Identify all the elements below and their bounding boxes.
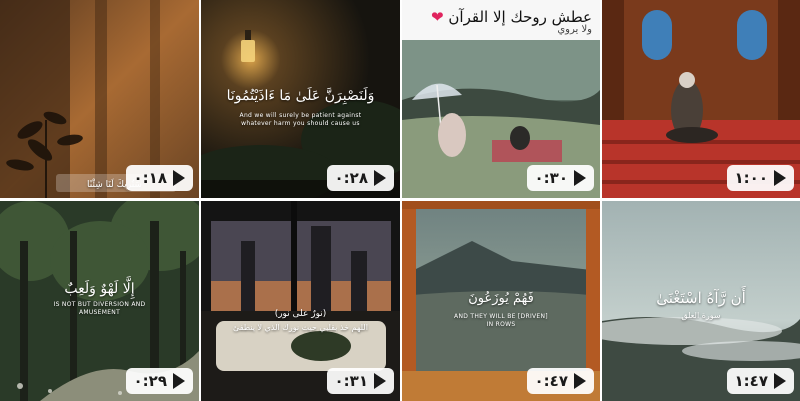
verse-caption: إِلَّا لَهْوٌ وَلَعِبٌ xyxy=(64,281,135,297)
video-thumbnail-7[interactable]: فَهُمْ يُوزَعُونَ AND THEY WILL BE [DRIV… xyxy=(402,201,600,401)
verse-translation: And we will surely be patient against wh… xyxy=(239,112,362,127)
video-thumbnail-6[interactable]: (نورٌ على نور) اللهم خذ بقلبي حيث نورك ا… xyxy=(201,201,400,401)
duration-badge: ٠:٣١ xyxy=(326,368,394,394)
play-icon xyxy=(574,170,586,186)
video-thumbnail-3[interactable]: عطش روحك إلا القرآن ❤ ولا يروي ٠:٣٠ xyxy=(402,0,600,198)
play-icon xyxy=(774,170,786,186)
duration-badge: ٠:٤٧ xyxy=(526,368,594,394)
verse-caption: أَن رَّآهُ اسْتَغْنَىٰ xyxy=(656,289,746,307)
video-thumbnail-2[interactable]: وَلَنَصْبِرَنَّ عَلَىٰ مَا ءَاذَيْتُمُون… xyxy=(201,0,400,198)
duration-label: ٠:٤٧ xyxy=(534,372,568,390)
play-icon xyxy=(574,373,586,389)
play-icon xyxy=(173,170,185,186)
heart-icon: ❤ xyxy=(431,8,444,26)
play-icon xyxy=(774,373,786,389)
duration-label: ٠:٢٨ xyxy=(334,169,368,187)
verse-translation: IS NOT BUT DIVERSION AND AMUSEMENT xyxy=(53,301,146,316)
video-grid: سَتُرِيكَ لَنَا شِئْنًا ٠:١٨ وَلَنَصْبِر… xyxy=(0,0,800,401)
play-icon xyxy=(374,170,386,186)
video-thumbnail-5[interactable]: إِلَّا لَهْوٌ وَلَعِبٌ IS NOT BUT DIVERS… xyxy=(0,201,199,401)
video-thumbnail-8[interactable]: أَن رَّآهُ اسْتَغْنَىٰ سورة العلق ١:٤٧ xyxy=(602,201,800,401)
verse-caption: فَهُمْ يُوزَعُونَ xyxy=(468,291,534,306)
play-icon xyxy=(374,373,386,389)
duration-badge: ١:٠٠ xyxy=(726,165,794,191)
header-caption-prefix: ولا يروي xyxy=(557,24,592,35)
verse-caption: (نورٌ على نور) xyxy=(274,309,327,319)
verse-subcaption: اللهم خذ بقلبي حيث نورك الذي لا ينطفئ xyxy=(233,323,368,332)
duration-label: ٠:٢٩ xyxy=(133,372,167,390)
video-thumbnail-4[interactable]: ١:٠٠ xyxy=(602,0,800,198)
duration-label: ٠:٣١ xyxy=(334,372,368,390)
duration-badge: ٠:٣٠ xyxy=(526,165,594,191)
video-thumbnail-1[interactable]: سَتُرِيكَ لَنَا شِئْنًا ٠:١٨ xyxy=(0,0,199,198)
duration-label: ٠:١٨ xyxy=(133,169,167,187)
duration-badge: ٠:١٨ xyxy=(125,165,193,191)
duration-label: ١:٠٠ xyxy=(734,169,768,187)
play-icon xyxy=(173,373,185,389)
verse-subcaption: سورة العلق xyxy=(681,311,721,320)
duration-label: ١:٤٧ xyxy=(734,372,768,390)
verse-caption: وَلَنَصْبِرَنَّ عَلَىٰ مَا ءَاذَيْتُمُون… xyxy=(226,88,375,104)
duration-label: ٠:٣٠ xyxy=(534,169,568,187)
duration-badge: ٠:٢٨ xyxy=(326,165,394,191)
header-caption-bar: عطش روحك إلا القرآن ❤ ولا يروي xyxy=(402,0,600,40)
duration-badge: ٠:٢٩ xyxy=(125,368,193,394)
duration-badge: ١:٤٧ xyxy=(726,368,794,394)
verse-translation: AND THEY WILL BE [DRIVEN] IN ROWS xyxy=(454,313,548,328)
